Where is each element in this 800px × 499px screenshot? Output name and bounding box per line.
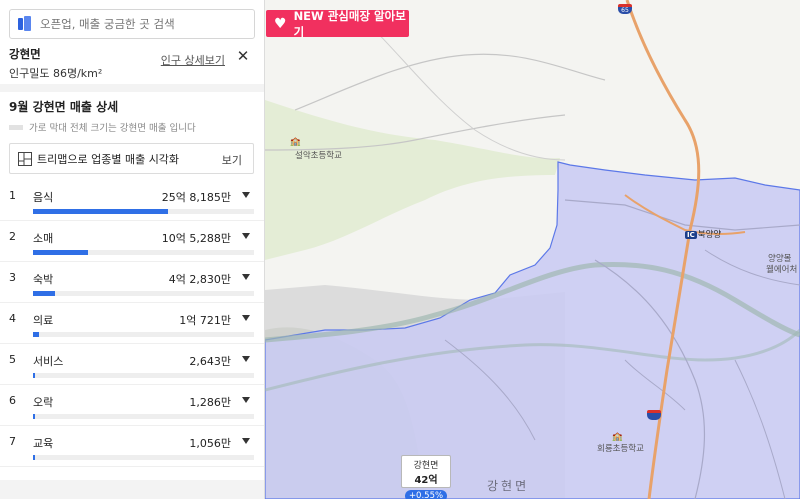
search-input[interactable] [40,17,240,31]
category-label: 음식 [33,191,54,204]
road [294,53,606,111]
marker-change-badge: +0.55% [404,490,448,499]
highway-shield-icon: 65 [618,4,632,14]
region-header: 강현면 인구밀도 86명/km² 인구 상세보기 ✕ [9,46,255,80]
list-item[interactable]: 1 음식 25억 8,185만 [0,180,264,221]
sales-bar-fill [33,373,35,378]
chevron-down-icon[interactable] [242,274,250,280]
chevron-down-icon[interactable] [242,233,250,239]
chevron-down-icon[interactable] [242,315,250,321]
list-item[interactable]: 7 교육 1,056만 [0,426,264,467]
map-canvas[interactable]: 65 🏫 설악초등학교 🏫 회룡초등학교 IC 북양양 양양몰 웰에어처 강현면 [265,0,800,499]
sales-value: 1억 721만 [179,314,231,327]
category-label: 서비스 [33,355,64,368]
sales-value: 25억 8,185만 [161,191,231,204]
category-label: 의료 [33,314,54,327]
sales-value: 1,286만 [189,396,231,409]
sales-bar-track [33,291,254,296]
sales-bar-fill [33,250,89,255]
sales-bar-fill [33,291,56,296]
list-item[interactable]: 3 숙박 4억 2,830만 [0,262,264,303]
category-label: 숙박 [33,273,54,286]
rank-number: 3 [9,271,16,284]
forest-area [265,100,560,260]
sales-bar-track [33,414,254,419]
map-label-right-2: 웰에어처 [766,265,798,275]
ic-badge: IC [685,231,697,239]
sales-value: 2,643만 [189,355,231,368]
sales-bar-track [33,373,254,378]
treemap-icon [18,151,32,166]
legend-text: 가로 막대 전체 크기는 강현면 매출 입니다 [29,123,196,134]
sales-bar-track [33,209,254,214]
rank-number: 2 [9,230,16,243]
search-bar[interactable] [9,9,255,39]
rank-number: 7 [9,435,16,448]
heart-icon: ♥ [274,15,287,32]
map-label-school1: 설악초등학교 [295,151,342,161]
side-panel: 강현면 인구밀도 86명/km² 인구 상세보기 ✕ 9월 강현면 매출 상세 … [0,0,265,499]
marker-box: 강현면 42억 [401,455,451,488]
map-poi-school-icon: 🏫 [290,137,301,147]
list-item[interactable]: 5 서비스 2,643만 [0,344,264,385]
population-detail-link[interactable]: 인구 상세보기 [161,52,225,68]
sales-value: 10억 5,288만 [161,232,231,245]
list-item[interactable]: 4 의료 1억 721만 [0,303,264,344]
sales-bar-fill [33,209,168,214]
map-graphics [265,0,800,499]
sales-bar-track [33,332,254,337]
chevron-down-icon[interactable] [242,356,250,362]
chevron-down-icon[interactable] [242,438,250,444]
sales-bar-fill [33,455,35,460]
sales-value: 1,056만 [189,437,231,450]
sales-list: 1 음식 25억 8,185만 2 소매 10억 5,288만 3 숙박 4억 … [0,180,264,467]
rank-number: 1 [9,189,16,202]
marker-name: 강현면 [413,461,439,471]
rank-number: 4 [9,312,16,325]
close-icon[interactable]: ✕ [235,48,251,64]
map-area-label: 강현면 [487,479,530,493]
region-marker[interactable]: 강현면 42억 +0.55% [401,455,451,499]
treemap-button[interactable]: 트리맵으로 업종별 매출 시각화 보기 [9,143,254,174]
new-store-label: NEW 관심매장 알아보기 [293,8,406,39]
marker-value: 42억 [414,475,438,486]
openup-logo-icon [18,16,32,32]
highway-shield-icon [647,410,661,420]
category-label: 소매 [33,232,54,245]
chevron-down-icon[interactable] [242,397,250,403]
map-poi-school-icon: 🏫 [612,432,623,442]
rank-number: 5 [9,353,16,366]
legend-swatch [9,124,23,130]
sales-value: 4억 2,830만 [168,273,231,286]
treemap-view-link[interactable]: 보기 [222,152,242,168]
sales-bar-fill [33,332,39,337]
category-label: 오락 [33,396,54,409]
map-label-ic: IC 북양양 [685,228,721,240]
sales-bar-track [33,455,254,460]
rank-number: 6 [9,394,16,407]
ic-name: 북양양 [697,230,722,240]
panel-footer [0,480,264,499]
chevron-down-icon[interactable] [242,192,250,198]
section-divider [0,84,264,92]
bar-legend: 가로 막대 전체 크기는 강현면 매출 입니다 [9,120,196,134]
sales-bar-track [33,250,254,255]
treemap-label: 트리맵으로 업종별 매출 시각화 [37,152,180,166]
list-item[interactable]: 6 오락 1,286만 [0,385,264,426]
sales-title: 9월 강현면 매출 상세 [9,100,119,114]
sales-bar-fill [33,414,35,419]
list-item[interactable]: 2 소매 10억 5,288만 [0,221,264,262]
map-label-school2: 회룡초등학교 [597,444,644,454]
category-label: 교육 [33,437,54,450]
new-store-button[interactable]: ♥ NEW 관심매장 알아보기 [266,8,409,39]
